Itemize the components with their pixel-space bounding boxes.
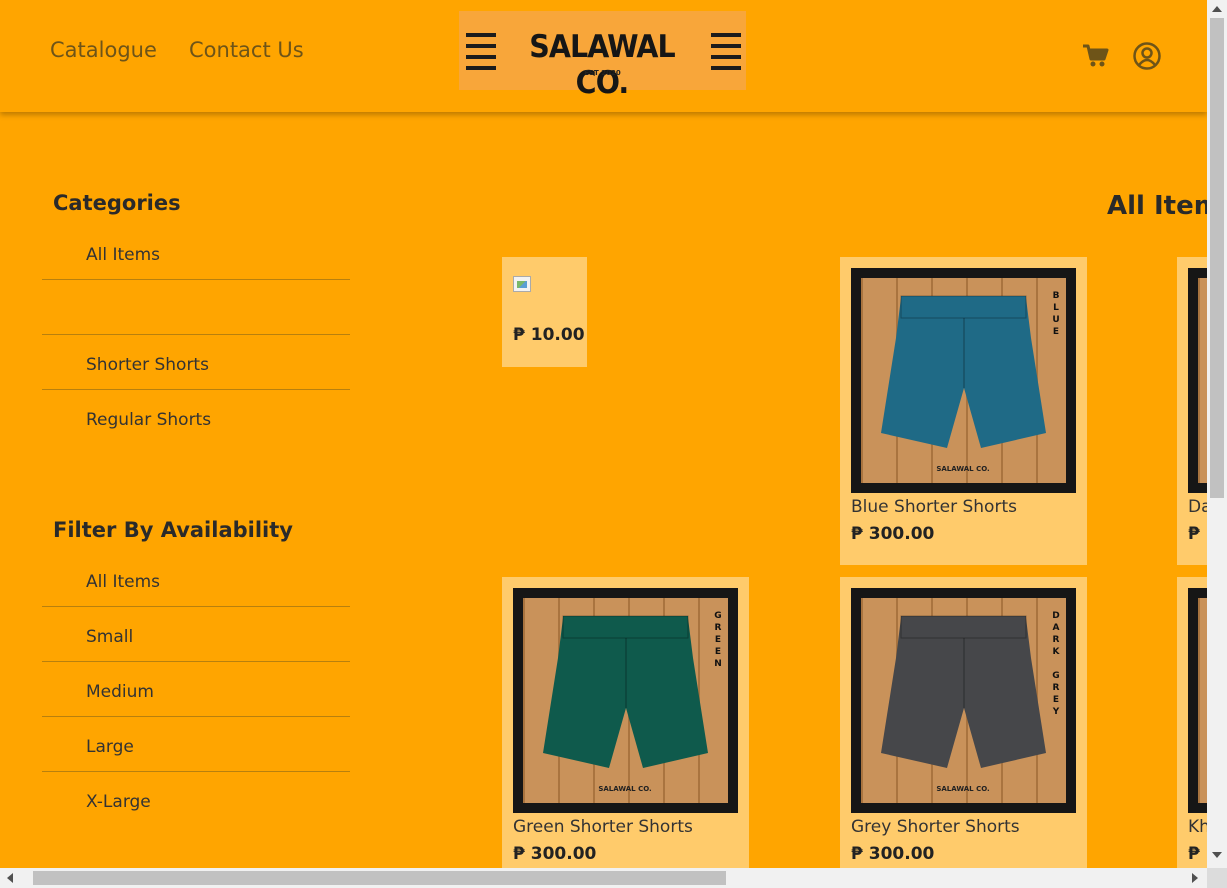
svg-text:SALAWAL CO.: SALAWAL CO. <box>598 785 651 793</box>
product-name: Blue Shorter Shorts <box>851 497 1017 517</box>
svg-text:R: R <box>715 623 722 633</box>
svg-text:K: K <box>1053 647 1061 657</box>
shorts-photo: SALAWAL CO. <box>1188 268 1207 493</box>
scroll-up-arrow-icon[interactable] <box>1212 6 1222 12</box>
category-item-regular-shorts[interactable]: Regular Shorts <box>42 390 350 445</box>
product-image[interactable]: SALAWAL CO. D A R K GREY <box>851 588 1076 813</box>
availability-label: X-Large <box>86 792 151 812</box>
product-image[interactable]: SALAWAL CO. G R E E N <box>513 588 738 813</box>
product-price: ₱ <box>1188 844 1200 864</box>
product-price: ₱ 300.00 <box>851 844 935 864</box>
logo-est-text: EST 2020 <box>584 69 621 77</box>
product-card[interactable]: ₱ 10.00 <box>502 257 587 367</box>
product-price: ₱ <box>1188 524 1200 544</box>
logo-text: SALAWAL CO. <box>529 29 675 101</box>
product-name: Green Shorter Shorts <box>513 817 693 837</box>
category-label: All Items <box>86 245 161 265</box>
shorts-photo: SALAWAL CO. <box>1188 588 1207 813</box>
user-circle-icon[interactable] <box>1133 42 1161 70</box>
category-item-empty[interactable] <box>42 280 350 335</box>
horizontal-scrollbar[interactable] <box>0 868 1207 888</box>
svg-text:L: L <box>1053 303 1059 313</box>
product-name: Da <box>1188 497 1207 517</box>
availability-label: Large <box>86 737 134 757</box>
product-price: ₱ 300.00 <box>513 844 597 864</box>
svg-text:B: B <box>1053 291 1060 301</box>
svg-text:E: E <box>1053 327 1059 337</box>
svg-text:R: R <box>1053 635 1060 645</box>
availability-item-small[interactable]: Small <box>42 607 350 662</box>
svg-text:N: N <box>714 659 722 669</box>
availability-item-all[interactable]: All Items <box>42 552 350 607</box>
svg-text:G: G <box>714 611 721 621</box>
product-card[interactable]: SALAWAL CO. G R E E N Green Shorter Shorts ₱ … <box>502 577 749 868</box>
svg-text:SALAWAL CO.: SALAWAL CO. <box>936 785 989 793</box>
all-items-title: All Items <box>1107 191 1207 221</box>
horizontal-scroll-thumb[interactable] <box>33 871 726 885</box>
shorts-photo: SALAWAL CO.GREEN <box>513 588 738 813</box>
site-header: Catalogue Contact Us SALAWAL CO. EST 202… <box>0 0 1207 112</box>
availability-item-large[interactable]: Large <box>42 717 350 772</box>
product-image[interactable]: SALAWAL CO. <box>1188 588 1207 813</box>
brand-logo[interactable]: SALAWAL CO. EST 2020 <box>459 11 746 101</box>
svg-text:SALAWAL CO.: SALAWAL CO. <box>936 465 989 473</box>
shorts-photo: SALAWAL CO. BLUE <box>851 268 1076 493</box>
scroll-down-arrow-icon[interactable] <box>1212 852 1222 858</box>
svg-text:E: E <box>715 635 721 645</box>
availability-label: All Items <box>86 572 161 592</box>
svg-text:E: E <box>1053 695 1059 705</box>
page-viewport: Catalogue Contact Us SALAWAL CO. EST 202… <box>0 0 1207 868</box>
cart-icon[interactable] <box>1082 42 1110 70</box>
svg-text:E: E <box>715 647 721 657</box>
product-price: ₱ 300.00 <box>851 524 935 544</box>
product-card[interactable]: SALAWAL CO. D A R K GREY Grey Shorter Shorts… <box>840 577 1087 868</box>
category-item-shorter-shorts[interactable]: Shorter Shorts <box>42 335 350 390</box>
broken-image-icon <box>513 276 531 292</box>
product-image[interactable]: SALAWAL CO. B L U E <box>851 268 1076 493</box>
vertical-scroll-thumb[interactable] <box>1210 18 1224 498</box>
scroll-right-arrow-icon[interactable] <box>1192 873 1198 883</box>
product-name: Grey Shorter Shorts <box>851 817 1020 837</box>
availability-item-medium[interactable]: Medium <box>42 662 350 717</box>
product-image[interactable]: SALAWAL CO. <box>1188 268 1207 493</box>
nav-contact-link[interactable]: Contact Us <box>189 38 304 62</box>
scrollbar-corner <box>1207 868 1227 888</box>
product-name: Kh <box>1188 817 1207 837</box>
shorts-photo: SALAWAL CO.DARK GREY <box>851 588 1076 813</box>
nav-catalogue-link[interactable]: Catalogue <box>50 38 157 62</box>
logo-right-bars-icon <box>711 33 741 75</box>
availability-item-x-large[interactable]: X-Large <box>42 772 350 827</box>
svg-text:R: R <box>1053 683 1060 693</box>
product-card[interactable]: SALAWAL CO. Da ₱ <box>1177 257 1207 565</box>
svg-text:Y: Y <box>1052 707 1060 717</box>
scroll-left-arrow-icon[interactable] <box>7 873 13 883</box>
svg-text:U: U <box>1052 315 1059 325</box>
availability-label: Medium <box>86 682 154 702</box>
svg-text:D: D <box>1052 611 1059 621</box>
product-card[interactable]: SALAWAL CO. Kh ₱ <box>1177 577 1207 868</box>
categories-heading: Categories <box>53 191 181 215</box>
product-card[interactable]: SALAWAL CO. B L U E Blue Shorter Shorts ₱ 30… <box>840 257 1087 565</box>
category-label: Shorter Shorts <box>86 355 209 375</box>
product-price: ₱ 10.00 <box>513 325 585 345</box>
category-item-all[interactable]: All Items <box>42 225 350 280</box>
category-label: Regular Shorts <box>86 410 212 430</box>
svg-text:G: G <box>1052 671 1059 681</box>
svg-text:A: A <box>1053 623 1060 633</box>
availability-label: Small <box>86 627 134 647</box>
vertical-scrollbar[interactable] <box>1207 0 1227 868</box>
availability-heading: Filter By Availability <box>53 518 293 542</box>
